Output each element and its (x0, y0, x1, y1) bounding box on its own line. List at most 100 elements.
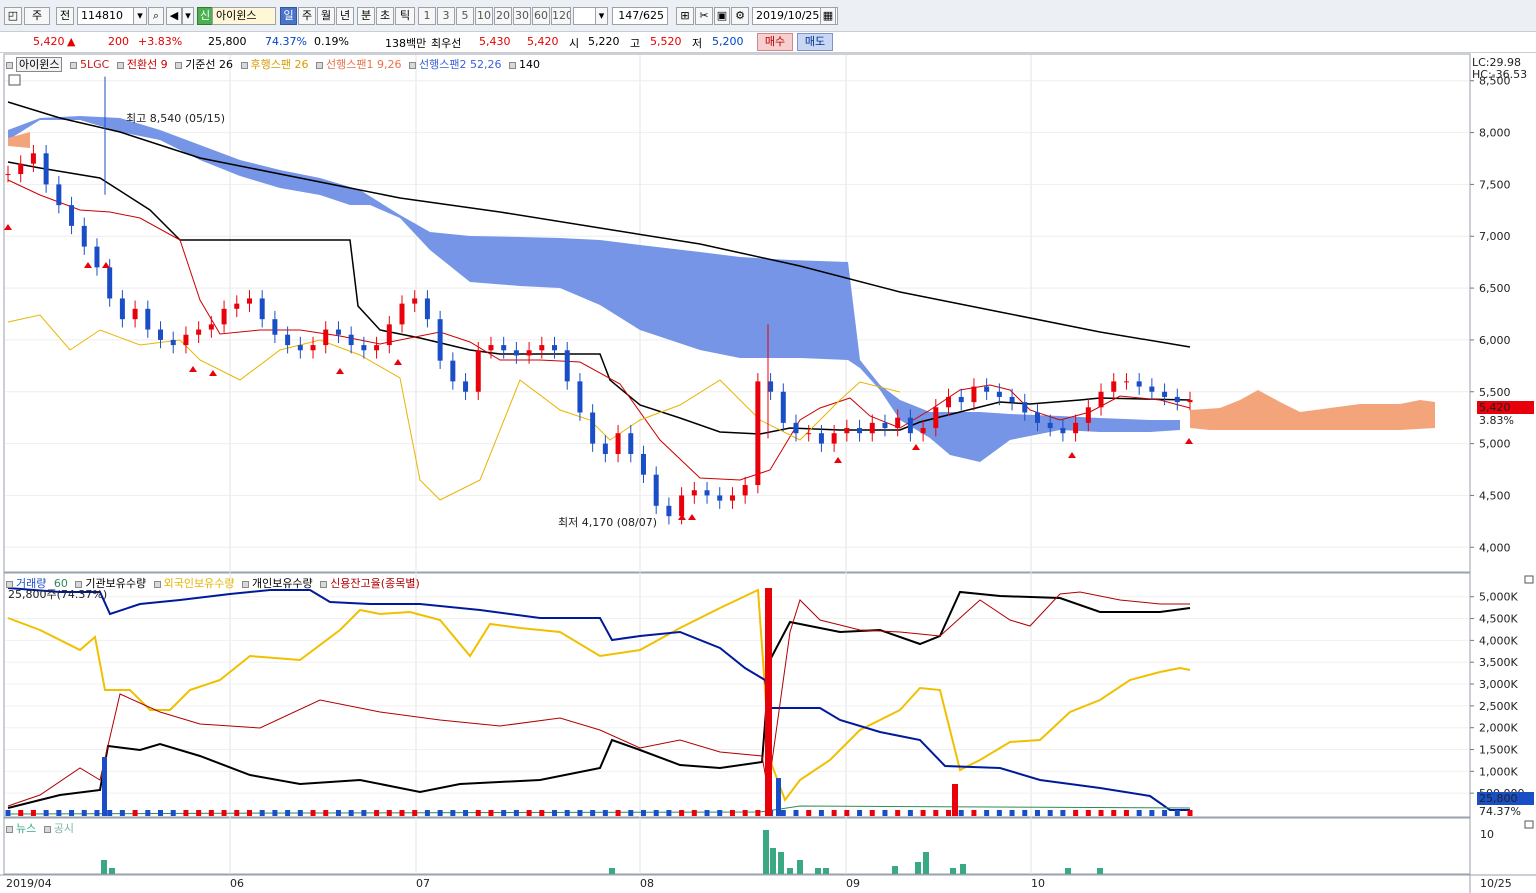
volume-bar (1174, 810, 1180, 816)
legend-lead2[interactable]: 선행스팬2 52,26 (419, 58, 501, 71)
news-count-bar (1065, 868, 1071, 874)
candle-body (907, 417, 913, 434)
candle-body (132, 308, 138, 320)
candle-body (1149, 386, 1155, 392)
legend-credit[interactable]: 신용잔고율(종목별) (330, 577, 420, 590)
volume-bar (831, 810, 837, 816)
volume-bar (1187, 810, 1193, 816)
volume-tick-label: 4,000K (1479, 634, 1518, 647)
volume-bar (119, 810, 125, 816)
legend-conversion[interactable]: 전환선 9 (127, 58, 168, 71)
candle-body (806, 433, 812, 435)
volume-bar (412, 810, 418, 816)
candle-body (920, 428, 926, 434)
volume-bar (729, 810, 735, 816)
candle-body (1034, 412, 1040, 423)
volume-bar (513, 810, 519, 816)
volume-bar (132, 810, 138, 816)
volume-bar (1098, 810, 1104, 816)
volume-legend: 거래량 60 기관보유수량 외국인보유수량 개인보유수량 신용잔고율(종목별) (6, 575, 420, 591)
candle-body (666, 505, 672, 517)
news-count-bar (763, 830, 769, 874)
x-label-jun: 06 (230, 877, 244, 890)
candle-body (1060, 428, 1066, 434)
stock-chart[interactable]: 8,5008,0007,5007,0006,5006,0005,5005,000… (0, 0, 1536, 893)
legend-volume-ma[interactable]: 60 (54, 577, 68, 590)
news-count-bar (1097, 868, 1103, 874)
volume-bar (539, 810, 545, 816)
current-price-tag-text: 5,420 (1479, 401, 1511, 414)
x-label-start: 2019/04 (6, 877, 52, 890)
volume-bar (285, 810, 291, 816)
current-volume-tag-text: 25,800 (1479, 792, 1518, 805)
volume-bar (857, 810, 863, 816)
volume-bar (297, 810, 303, 816)
candle-body (107, 267, 113, 299)
legend-base[interactable]: 기준선 26 (185, 58, 233, 71)
candle-body (463, 381, 469, 392)
candle-body (1085, 407, 1091, 423)
legend-ma[interactable]: 5LGC (80, 58, 109, 71)
volume-bar (310, 810, 316, 816)
volume-bar-spike (776, 778, 781, 816)
legend-square-icon (6, 825, 13, 833)
y-tick-label: 8,000 (1479, 127, 1511, 140)
volume-bar (170, 810, 176, 816)
news-y-tick: 10 (1480, 828, 1494, 841)
legend-lead1[interactable]: 선행스팬1 9,26 (326, 58, 401, 71)
volume-bar (196, 810, 202, 816)
news-count-bar (101, 860, 107, 874)
volume-bar (18, 810, 24, 816)
y-tick-label: 4,000 (1479, 541, 1511, 554)
candle-body (259, 298, 265, 320)
news-count-bar (950, 868, 956, 874)
table-icon[interactable] (8, 74, 21, 86)
legend-institution[interactable]: 기관보유수량 (85, 577, 146, 590)
legend-disclosure[interactable]: 공시 (54, 822, 74, 835)
candle-body (488, 345, 494, 351)
legend-square-icon (316, 61, 324, 69)
candle-body (1162, 391, 1168, 397)
x-label-oct: 10 (1031, 877, 1045, 890)
volume-bar (615, 810, 621, 816)
volume-bar (564, 810, 570, 816)
volume-bar (1085, 810, 1091, 816)
candle-body (780, 391, 786, 423)
legend-volume[interactable]: 거래량 (16, 577, 46, 590)
legend-individual[interactable]: 개인보유수량 (252, 577, 313, 590)
hc-label: HC:-36.53 (1472, 68, 1527, 81)
candle-body (246, 298, 252, 304)
news-panel-close-icon[interactable] (1524, 820, 1534, 829)
legend-square-icon (175, 61, 183, 69)
volume-bar (1162, 810, 1168, 816)
candle-body (69, 205, 75, 226)
candle-body (30, 153, 36, 164)
candle-body (94, 246, 100, 268)
high-annotation: 최고 8,540 (05/15) (126, 112, 225, 125)
legend-lagging[interactable]: 후행스팬 26 (251, 58, 309, 71)
legend-foreign[interactable]: 외국인보유수량 (164, 577, 235, 590)
x-label-aug: 08 (640, 877, 654, 890)
volume-bar (234, 810, 240, 816)
volume-bar (704, 810, 710, 816)
candle-body (234, 303, 240, 309)
candle-body (1009, 396, 1015, 403)
legend-square-icon (69, 61, 77, 69)
candle-body (1022, 402, 1028, 413)
volume-tick-label: 2,500K (1479, 700, 1518, 713)
volume-bar (895, 810, 901, 816)
volume-bar (1136, 810, 1142, 816)
volume-panel-close-icon[interactable] (1524, 575, 1534, 584)
legend-news[interactable]: 뉴스 (16, 822, 36, 835)
volume-bar (844, 810, 850, 816)
legend-long-ma[interactable]: 140 (519, 58, 540, 71)
candle-body (158, 329, 164, 340)
candle-body (196, 329, 202, 335)
volume-bar (361, 810, 367, 816)
news-count-bar (109, 868, 115, 874)
volume-tick-label: 1,500K (1479, 744, 1518, 757)
news-panel (3, 817, 1471, 875)
legend-stock-name[interactable]: 아이윈스 (16, 57, 63, 72)
y-tick-label: 6,000 (1479, 334, 1511, 347)
news-legend: 뉴스 공시 (6, 820, 74, 836)
